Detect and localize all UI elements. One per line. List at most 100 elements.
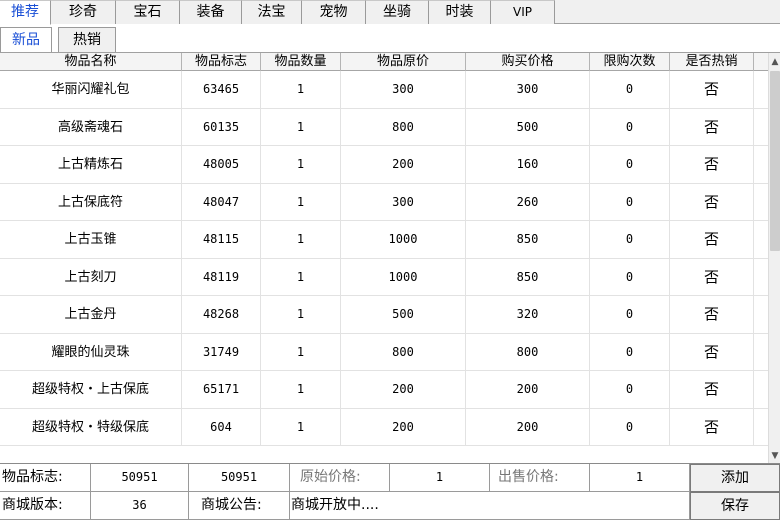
table-row[interactable]: 上古金丹 48268 1 500 320 0 否 <box>0 296 768 334</box>
original-price-cell: 300 <box>341 183 466 221</box>
original-price-cell: 300 <box>341 71 466 108</box>
item-name-cell: 上古金丹 <box>0 296 182 333</box>
item-id-cell: 31749 <box>182 333 261 371</box>
table-row[interactable]: 超级特权・特级保底 604 1 200 200 0 否 <box>0 408 768 446</box>
sell-price-label: 出售价格: <box>490 464 590 492</box>
row-spacer <box>754 109 768 146</box>
version-label: 商城版本: <box>0 492 91 520</box>
column-header-item-quantity[interactable]: 物品数量 <box>261 53 341 71</box>
tab-vip[interactable]: VIP <box>491 0 555 24</box>
edit-form: 物品标志: 50951 50951 原始价格: 1 出售价格: 1 添加 商城版… <box>0 463 780 520</box>
notice-label: 商城公告: <box>189 492 290 520</box>
item-name-cell: 华丽闪耀礼包 <box>0 71 182 108</box>
item-quantity-cell: 1 <box>261 333 341 371</box>
subtab-hot[interactable]: 热销 <box>58 27 116 52</box>
table-row[interactable]: 上古刻刀 48119 1 1000 850 0 否 <box>0 258 768 296</box>
original-price-cell: 200 <box>341 146 466 183</box>
item-name-cell: 高级斋魂石 <box>0 108 182 146</box>
purchase-limit-cell: 0 <box>590 371 670 408</box>
table-row[interactable]: 耀眼的仙灵珠 31749 1 800 800 0 否 <box>0 333 768 371</box>
original-price-cell: 200 <box>341 408 466 446</box>
column-header-is-hot[interactable]: 是否热销 <box>670 53 754 71</box>
original-price-cell: 800 <box>341 333 466 371</box>
original-price-cell: 800 <box>341 108 466 146</box>
item-id-cell: 48047 <box>182 183 261 221</box>
item-name-cell: 上古玉锥 <box>0 221 182 258</box>
table-scrollbar[interactable]: ▲ ▼ <box>768 53 780 463</box>
purchase-limit-cell: 0 <box>590 296 670 333</box>
save-button[interactable]: 保存 <box>690 492 780 520</box>
tab-pets[interactable]: 宠物 <box>302 0 366 24</box>
original-price-cell: 200 <box>341 371 466 408</box>
item-id-cell: 63465 <box>182 71 261 108</box>
table-row[interactable]: 超级特权・上古保底 65171 1 200 200 0 否 <box>0 371 768 409</box>
tab-equipment[interactable]: 装备 <box>180 0 242 24</box>
item-quantity-cell: 1 <box>261 258 341 296</box>
column-header-item-id[interactable]: 物品标志 <box>182 53 261 71</box>
purchase-price-cell: 320 <box>466 296 590 333</box>
is-hot-cell: 否 <box>670 221 754 258</box>
purchase-limit-cell: 0 <box>590 333 670 371</box>
purchase-limit-cell: 0 <box>590 221 670 258</box>
purchase-price-cell: 500 <box>466 108 590 146</box>
tab-recommend[interactable]: 推荐 <box>0 0 51 25</box>
is-hot-cell: 否 <box>670 333 754 371</box>
scroll-down-arrow-icon[interactable]: ▼ <box>769 449 780 463</box>
sell-price-field[interactable]: 1 <box>590 464 690 492</box>
column-header-purchase-limit[interactable]: 限购次数 <box>590 53 670 71</box>
original-price-label: 原始价格: <box>290 464 390 492</box>
item-id-cell: 65171 <box>182 371 261 408</box>
item-quantity-cell: 1 <box>261 371 341 408</box>
item-name-cell: 超级特权・特级保底 <box>0 408 182 446</box>
purchase-price-cell: 300 <box>466 71 590 108</box>
add-button[interactable]: 添加 <box>690 464 780 492</box>
item-name-cell: 超级特权・上古保底 <box>0 371 182 408</box>
scroll-up-arrow-icon[interactable]: ▲ <box>769 55 780 69</box>
notice-field[interactable]: 商城开放中.... <box>290 492 690 520</box>
item-id-cell: 48005 <box>182 146 261 183</box>
table-row[interactable]: 上古精炼石 48005 1 200 160 0 否 <box>0 146 768 184</box>
table-row[interactable]: 高级斋魂石 60135 1 800 500 0 否 <box>0 108 768 146</box>
item-table: 物品名称 物品标志 物品数量 物品原价 购买价格 限购次数 是否热销 华丽闪耀礼… <box>0 53 768 463</box>
original-price-cell: 1000 <box>341 258 466 296</box>
column-header-original-price[interactable]: 物品原价 <box>341 53 466 71</box>
purchase-limit-cell: 0 <box>590 146 670 183</box>
item-name-cell: 上古精炼石 <box>0 146 182 183</box>
row-spacer <box>754 296 768 333</box>
item-id-cell: 604 <box>182 408 261 446</box>
column-header-item-name[interactable]: 物品名称 <box>0 53 182 71</box>
original-price-field[interactable]: 1 <box>390 464 490 492</box>
purchase-price-cell: 200 <box>466 408 590 446</box>
tab-fashion[interactable]: 时装 <box>429 0 491 24</box>
purchase-limit-cell: 0 <box>590 408 670 446</box>
row-spacer <box>754 146 768 183</box>
original-price-cell: 1000 <box>341 221 466 258</box>
table-row[interactable]: 华丽闪耀礼包 63465 1 300 300 0 否 <box>0 71 768 109</box>
item-id-field-2[interactable]: 50951 <box>189 464 290 492</box>
item-quantity-cell: 1 <box>261 408 341 446</box>
is-hot-cell: 否 <box>670 408 754 446</box>
item-id-cell: 60135 <box>182 108 261 146</box>
row-spacer <box>754 259 768 296</box>
tab-mounts[interactable]: 坐骑 <box>366 0 429 24</box>
tab-treasure[interactable]: 法宝 <box>242 0 302 24</box>
is-hot-cell: 否 <box>670 371 754 408</box>
tab-rare[interactable]: 珍奇 <box>51 0 116 24</box>
purchase-price-cell: 160 <box>466 146 590 183</box>
column-header-purchase-price[interactable]: 购买价格 <box>466 53 590 71</box>
category-tab-bar: 推荐 珍奇 宝石 装备 法宝 宠物 坐骑 时装 VIP <box>0 0 780 25</box>
purchase-price-cell: 260 <box>466 183 590 221</box>
purchase-limit-cell: 0 <box>590 108 670 146</box>
is-hot-cell: 否 <box>670 146 754 183</box>
table-row[interactable]: 上古玉锥 48115 1 1000 850 0 否 <box>0 221 768 259</box>
tab-gems[interactable]: 宝石 <box>116 0 180 24</box>
item-name-cell: 耀眼的仙灵珠 <box>0 333 182 371</box>
subtab-new[interactable]: 新品 <box>0 27 52 52</box>
table-row[interactable]: 上古保底符 48047 1 300 260 0 否 <box>0 183 768 221</box>
item-name-cell: 上古刻刀 <box>0 258 182 296</box>
version-field[interactable]: 36 <box>91 492 189 520</box>
scroll-thumb[interactable] <box>770 71 780 251</box>
purchase-price-cell: 800 <box>466 333 590 371</box>
table-header: 物品名称 物品标志 物品数量 物品原价 购买价格 限购次数 是否热销 <box>0 53 768 71</box>
item-id-field[interactable]: 50951 <box>91 464 189 492</box>
